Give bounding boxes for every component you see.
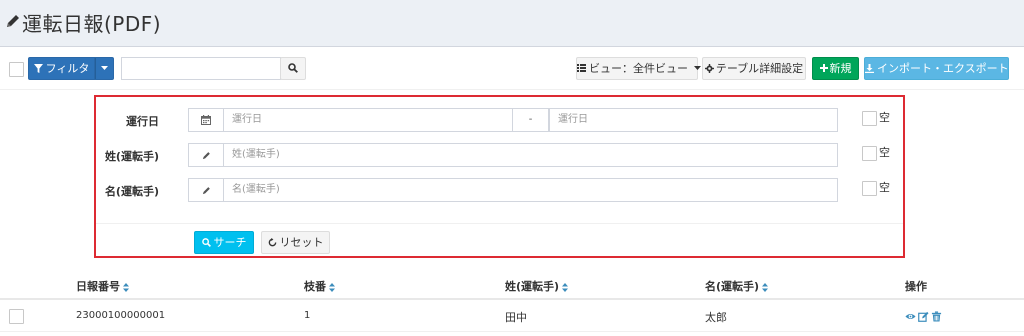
- trash-icon[interactable]: [931, 311, 942, 322]
- last-name-input[interactable]: 姓(運転手): [224, 143, 838, 167]
- column-header-actions: 操作: [905, 280, 927, 293]
- search-input[interactable]: [121, 57, 281, 80]
- import-export-button[interactable]: インポート・エクスポート: [864, 57, 1009, 80]
- first-name-label: 名(運転手): [104, 185, 159, 198]
- search-button[interactable]: [280, 57, 306, 80]
- run-date-from-input[interactable]: 運行日: [224, 108, 513, 132]
- date-range-separator: -: [513, 108, 549, 132]
- sort-icon: [562, 282, 569, 292]
- first-name-input[interactable]: 名(運転手): [224, 178, 838, 202]
- last-name-empty-checkbox[interactable]: [862, 146, 877, 161]
- table-settings-label: テーブル詳細設定: [715, 62, 804, 75]
- column-header-branch[interactable]: 枝番: [304, 278, 335, 294]
- panel-divider: [96, 223, 903, 224]
- first-name-addon: [188, 178, 224, 202]
- column-header-label: 枝番: [304, 280, 326, 293]
- main-box: フィルタ ビュー：全件ビュー テーブル詳細設定 新規 インポート・エクスポート …: [0, 46, 1024, 336]
- sort-icon: [762, 282, 769, 292]
- page-header: 運転日報(PDF): [0, 0, 1024, 44]
- search-icon: [201, 238, 211, 247]
- cell-first-name: 太郎: [705, 311, 727, 324]
- cell-branch: 1: [304, 310, 311, 321]
- cell-report-no: 23000100000001: [76, 310, 166, 321]
- search-submit-button[interactable]: サーチ: [194, 231, 254, 254]
- new-button[interactable]: 新規: [812, 57, 859, 80]
- filter-label: フィルタ: [45, 62, 90, 75]
- view-select-button[interactable]: ビュー：全件ビュー: [576, 57, 701, 80]
- sort-icon: [329, 282, 335, 292]
- calendar-addon: [188, 108, 224, 132]
- run-date-empty-checkbox[interactable]: [862, 111, 877, 126]
- sort-icon: [123, 282, 129, 292]
- table-header: 日報番号 枝番 姓(運転手) 名(運転手) 操作: [0, 272, 1024, 300]
- table-row: 23000100000001 1 田中 太郎: [0, 302, 1024, 332]
- import-export-label: インポート・エクスポート: [877, 62, 1009, 75]
- column-header-last-name[interactable]: 姓(運転手): [505, 278, 569, 294]
- toolbar-divider: [0, 89, 1024, 90]
- first-name-empty-label: 空: [879, 181, 890, 194]
- eye-icon[interactable]: [905, 311, 916, 322]
- pencil-icon: [7, 15, 19, 27]
- caret-down-icon: [693, 66, 701, 70]
- caret-down-icon: [101, 66, 108, 70]
- edit-icon[interactable]: [918, 311, 929, 322]
- plus-icon: [819, 64, 828, 72]
- search-icon: [288, 63, 298, 73]
- select-all-checkbox[interactable]: [9, 62, 24, 77]
- calendar-icon: [201, 115, 211, 125]
- list-icon: [577, 64, 586, 72]
- filter-icon: [33, 64, 43, 73]
- download-icon: [865, 64, 874, 73]
- last-name-empty-label: 空: [879, 146, 890, 159]
- filter-button[interactable]: フィルタ: [28, 57, 95, 80]
- first-name-empty-checkbox[interactable]: [862, 181, 877, 196]
- new-label: 新規: [829, 62, 852, 75]
- search-panel: 運行日 運行日 - 運行日 空 姓(運転手) 姓(運転手) 空 名(運転手) 名…: [94, 95, 905, 258]
- run-date-to-input[interactable]: 運行日: [549, 108, 838, 132]
- page-title: 運転日報(PDF): [22, 12, 162, 36]
- pencil-icon: [202, 152, 210, 160]
- row-checkbox[interactable]: [9, 309, 24, 324]
- reset-label: リセット: [279, 236, 324, 249]
- search-submit-label: サーチ: [213, 236, 247, 249]
- table-settings-button[interactable]: テーブル詳細設定: [702, 57, 806, 80]
- pencil-icon: [202, 187, 210, 195]
- run-date-label: 運行日: [126, 115, 159, 128]
- column-header-report-no[interactable]: 日報番号: [76, 278, 129, 294]
- column-header-label: 姓(運転手): [505, 280, 560, 293]
- reset-button[interactable]: リセット: [261, 231, 330, 254]
- view-label: ビュー：全件ビュー: [589, 62, 688, 75]
- column-header-first-name[interactable]: 名(運転手): [705, 278, 769, 294]
- refresh-icon: [268, 238, 276, 247]
- column-header-label: 日報番号: [76, 280, 120, 293]
- last-name-addon: [188, 143, 224, 167]
- column-header-label: 名(運転手): [705, 280, 760, 293]
- gear-icon: [704, 64, 714, 73]
- cell-last-name: 田中: [505, 311, 527, 324]
- filter-dropdown-button[interactable]: [95, 57, 114, 80]
- run-date-empty-label: 空: [879, 111, 890, 124]
- last-name-label: 姓(運転手): [104, 150, 159, 163]
